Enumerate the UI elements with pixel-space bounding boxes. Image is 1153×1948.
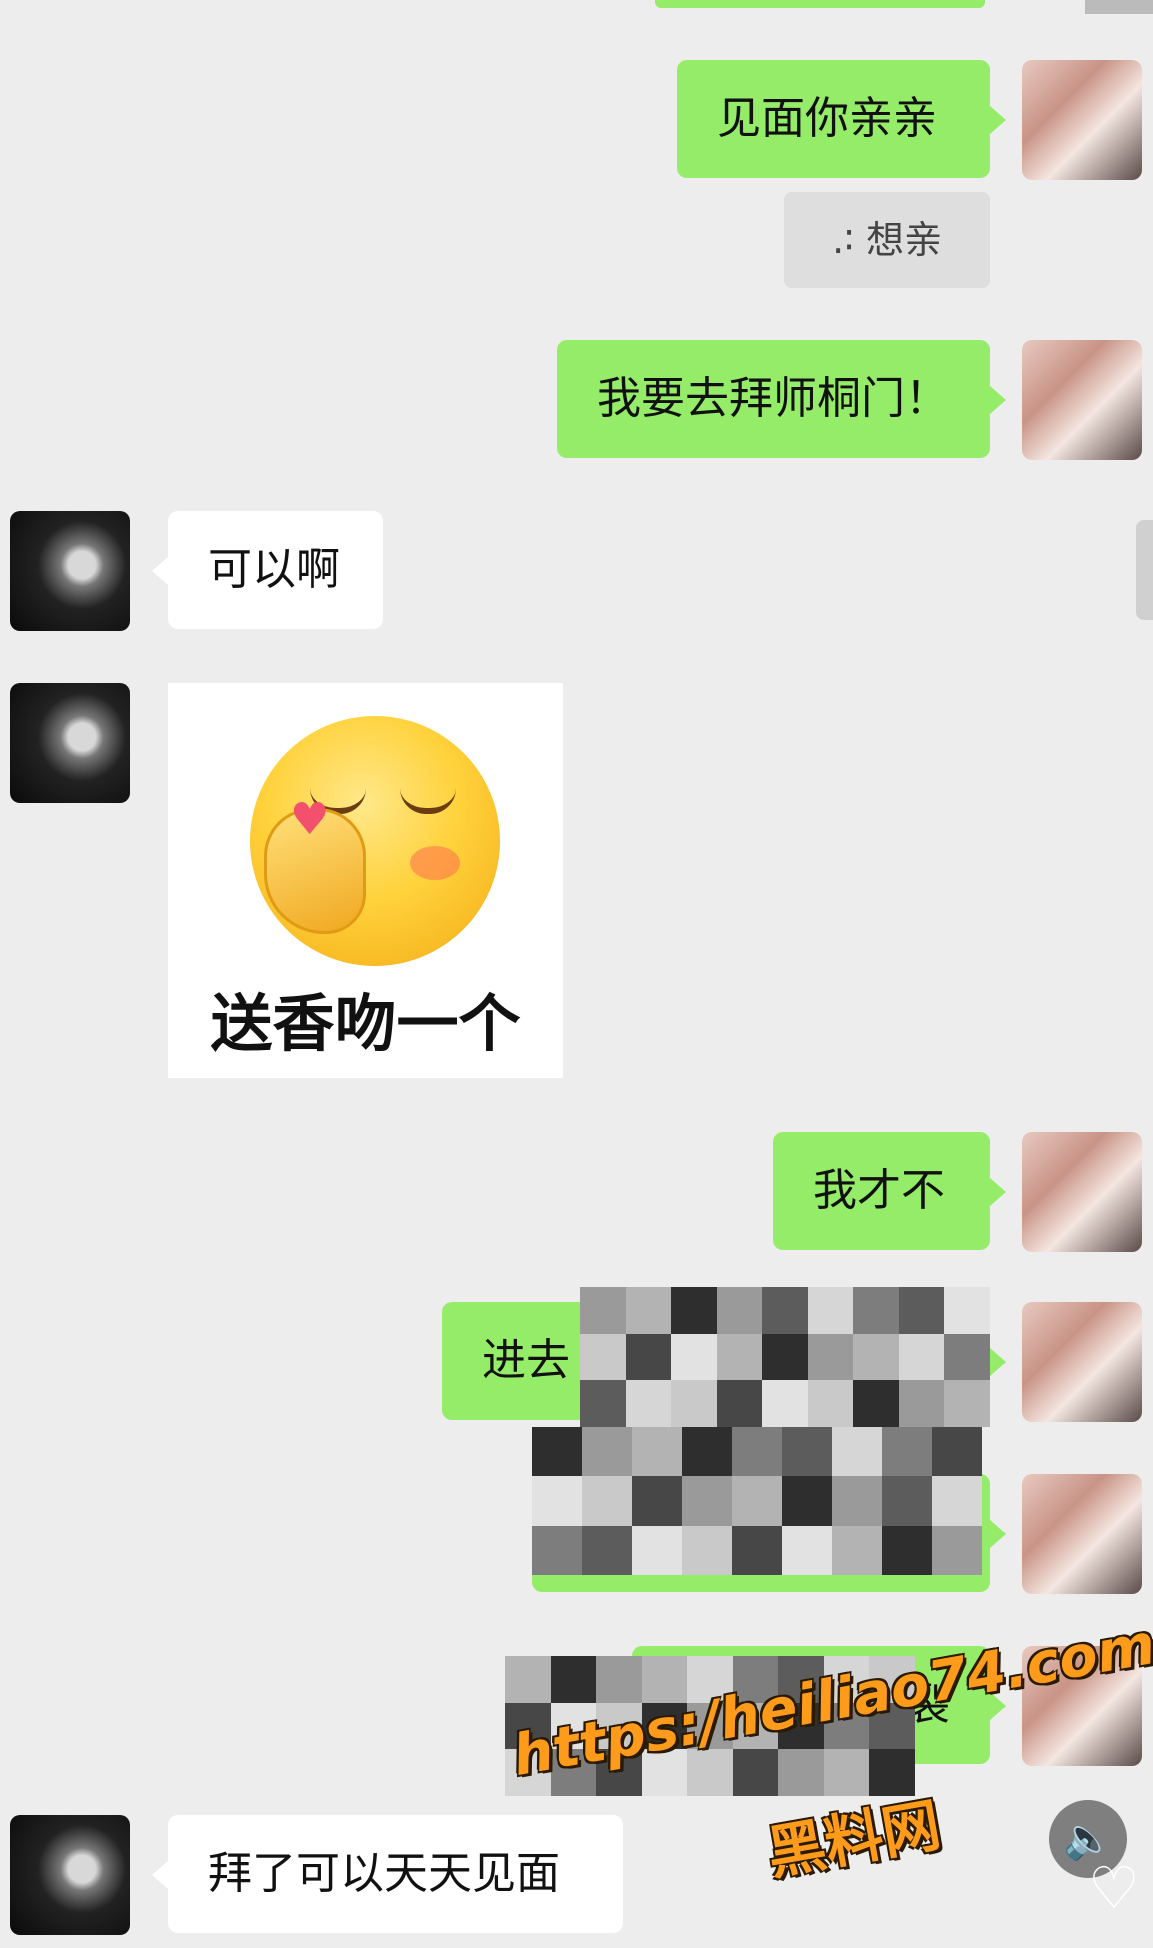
contact-avatar[interactable]	[10, 511, 130, 631]
bubble-tail	[152, 557, 168, 585]
mosaic-cell	[932, 1476, 982, 1526]
mosaic-cell	[582, 1476, 632, 1526]
mosaic-cell	[807, 1333, 854, 1381]
censor-mosaic	[532, 1427, 982, 1575]
mosaic-cell	[882, 1476, 932, 1526]
kiss-emoji-icon: ♥	[250, 716, 500, 966]
mosaic-cell	[944, 1380, 990, 1427]
mosaic-cell	[853, 1333, 899, 1381]
mosaic-cell	[596, 1656, 642, 1703]
mosaic-cell	[580, 1380, 626, 1427]
mosaic-cell	[807, 1287, 854, 1334]
mosaic-cell	[625, 1287, 672, 1334]
mosaic-cell	[882, 1427, 932, 1477]
mosaic-cell	[505, 1656, 551, 1703]
bubble-tail	[990, 1348, 1006, 1376]
mosaic-cell	[716, 1333, 763, 1381]
my-avatar[interactable]	[1022, 60, 1142, 180]
message-text: 可以啊	[208, 544, 340, 595]
message-text: 拜了可以天天见面	[208, 1848, 560, 1899]
mosaic-cell	[732, 1749, 779, 1796]
heart-icon[interactable]: ♡	[1088, 1858, 1148, 1918]
my-avatar[interactable]	[1022, 1132, 1142, 1252]
mosaic-cell	[532, 1525, 582, 1575]
mosaic-cell	[944, 1287, 990, 1334]
mosaic-cell	[932, 1525, 982, 1575]
mosaic-cell	[625, 1380, 672, 1427]
mosaic-cell	[762, 1380, 808, 1427]
mosaic-cell	[532, 1476, 582, 1526]
bubble-tail	[990, 1178, 1006, 1206]
mosaic-cell	[732, 1525, 782, 1575]
message-bubble[interactable]: 我要去拜师桐门！	[557, 340, 990, 458]
mosaic-cell	[782, 1476, 832, 1526]
mosaic-cell	[716, 1287, 763, 1334]
my-avatar[interactable]	[1022, 1302, 1142, 1422]
sticker-message[interactable]: ♥ 送香吻一个	[168, 683, 563, 1078]
message-bubble[interactable]: 拜了可以天天见面	[168, 1815, 623, 1933]
mosaic-cell	[632, 1476, 682, 1526]
scroll-handle[interactable]	[1136, 520, 1153, 620]
quoted-message[interactable]: .∶ 想亲	[784, 192, 990, 288]
mosaic-cell	[807, 1380, 854, 1427]
mosaic-cell	[782, 1427, 832, 1477]
message-text: 我才不	[813, 1165, 945, 1216]
mosaic-cell	[853, 1380, 899, 1427]
mosaic-cell	[682, 1525, 732, 1575]
mosaic-cell	[671, 1287, 717, 1334]
my-avatar[interactable]	[1022, 1474, 1142, 1594]
mosaic-cell	[782, 1525, 832, 1575]
mosaic-cell	[944, 1333, 990, 1381]
mosaic-cell	[898, 1287, 945, 1334]
mosaic-cell	[582, 1525, 632, 1575]
mosaic-cell	[632, 1427, 682, 1477]
mosaic-cell	[625, 1333, 672, 1381]
bubble-tail	[990, 106, 1006, 134]
sticker-caption: 送香吻一个	[210, 987, 521, 1060]
eye	[400, 788, 456, 814]
message-bubble[interactable]: 我才不	[773, 1132, 990, 1250]
mosaic-cell	[732, 1427, 782, 1477]
mosaic-cell	[682, 1427, 732, 1477]
mosaic-cell	[762, 1333, 808, 1381]
mosaic-cell	[732, 1476, 782, 1526]
mosaic-cell	[671, 1380, 717, 1427]
mosaic-cell	[882, 1525, 932, 1575]
mosaic-cell	[632, 1525, 682, 1575]
contact-avatar[interactable]	[10, 1815, 130, 1935]
bubble-tail	[152, 1861, 168, 1889]
mosaic-cell	[898, 1333, 945, 1381]
bubble-tail	[990, 1520, 1006, 1548]
mosaic-cell	[582, 1427, 632, 1477]
mosaic-cell	[532, 1427, 582, 1477]
mosaic-cell	[832, 1525, 882, 1575]
censor-mosaic	[580, 1287, 990, 1427]
mosaic-cell	[580, 1333, 626, 1381]
mosaic-cell	[550, 1656, 597, 1703]
quote-text: .∶ 想亲	[820, 218, 943, 262]
mosaic-cell	[762, 1287, 808, 1334]
message-text: 我要去拜师桐门！	[597, 373, 949, 424]
message-bubble[interactable]: 可以啊	[168, 511, 383, 629]
mosaic-cell	[898, 1380, 945, 1427]
mosaic-cell	[932, 1427, 982, 1477]
mosaic-cell	[682, 1476, 732, 1526]
cheek	[410, 846, 460, 880]
mosaic-cell	[853, 1287, 899, 1334]
mosaic-cell	[671, 1333, 717, 1381]
mosaic-cell	[832, 1427, 882, 1477]
previous-message-edge	[655, 0, 985, 8]
mosaic-cell	[580, 1287, 626, 1334]
mosaic-cell	[716, 1380, 763, 1427]
mosaic-cell	[778, 1749, 824, 1796]
message-text: 进去	[482, 1335, 570, 1386]
heart-icon: ♥	[290, 794, 330, 845]
my-avatar[interactable]	[1022, 340, 1142, 460]
mosaic-cell	[832, 1476, 882, 1526]
message-bubble[interactable]: 见面你亲亲	[677, 60, 990, 178]
bubble-tail	[990, 386, 1006, 414]
contact-avatar[interactable]	[10, 683, 130, 803]
message-text: 见面你亲亲	[717, 93, 937, 144]
status-edge	[1085, 0, 1153, 14]
